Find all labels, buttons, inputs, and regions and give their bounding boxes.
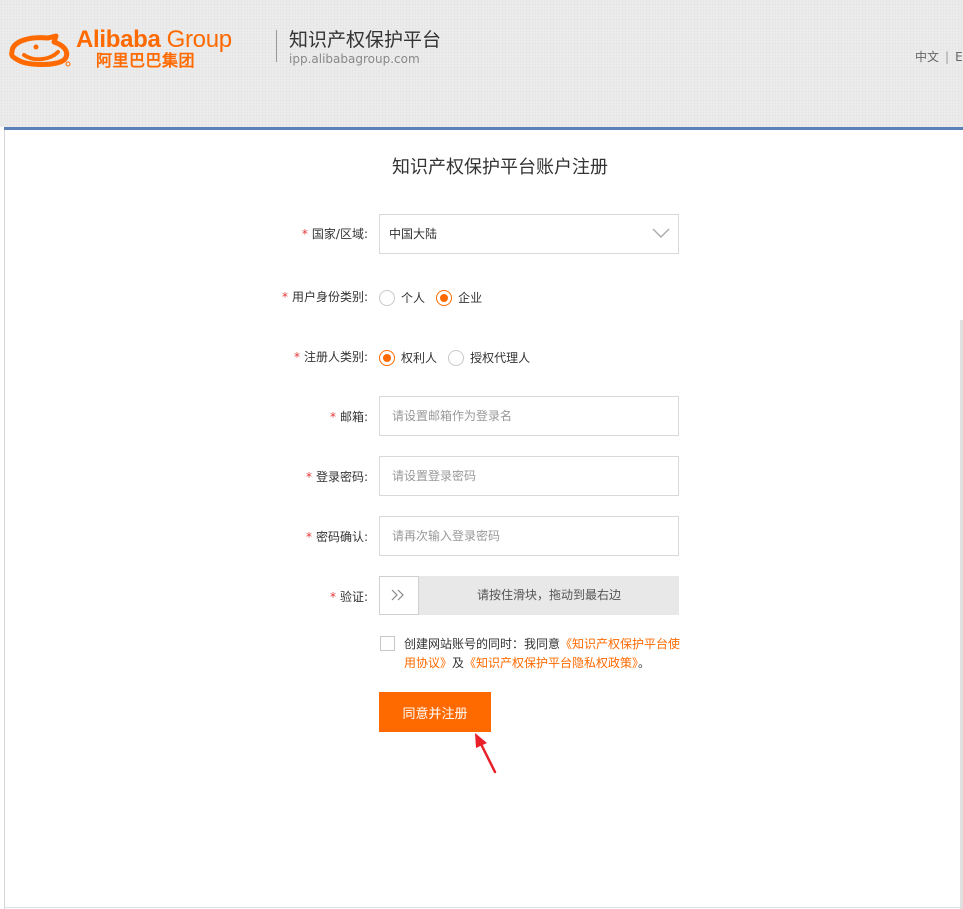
site-header: Alibaba Group 阿里巴巴集团 知识产权保护平台 ipp.alibaba…	[0, 0, 963, 127]
header-accent-bar	[4, 127, 963, 130]
password-label: * 登录密码:	[305, 470, 368, 484]
password-input[interactable]	[379, 456, 679, 496]
logo-text-cn: 阿里巴巴集团	[96, 51, 196, 70]
lang-en-link[interactable]: En	[955, 50, 963, 64]
content-bottom-border	[4, 907, 963, 908]
privacy-policy-link[interactable]: 《知识产权保护平台隐私权政策》	[464, 656, 638, 670]
verify-slider-handle[interactable]	[379, 576, 419, 615]
registrant-option-rights-holder[interactable]: 权利人	[401, 350, 437, 366]
identity-option-personal[interactable]: 个人	[401, 290, 425, 306]
double-chevron-right-icon	[391, 589, 404, 601]
alibaba-group-logo[interactable]: Alibaba Group 阿里巴巴集团	[6, 26, 268, 74]
registrant-radio-agent[interactable]	[448, 349, 465, 366]
registrant-option-agent[interactable]: 授权代理人	[470, 350, 530, 366]
lang-cn-link[interactable]: 中文	[915, 50, 939, 64]
verify-slider-hint: 请按住滑块，拖动到最右边	[476, 588, 621, 602]
identity-option-enterprise[interactable]: 企业	[458, 290, 482, 306]
registrant-label: * 注册人类别:	[293, 350, 368, 364]
alibaba-smile-icon	[9, 33, 71, 67]
lang-separator: |	[945, 50, 950, 64]
country-select[interactable]: 中国大陆	[379, 214, 679, 254]
confirm-password-input[interactable]	[379, 516, 679, 556]
agreement-checkbox[interactable]	[380, 636, 395, 651]
red-arrow-icon	[475, 733, 497, 774]
identity-radio-personal[interactable]	[379, 289, 395, 306]
chevron-down-icon	[652, 228, 670, 238]
form-title: 知识产权保护平台账户注册	[392, 157, 608, 178]
logo-text-en: Alibaba Group	[76, 26, 232, 53]
agreement-text: 创建网站账号的同时：我同意《知识产权保护平台使用协议》及《知识产权保护平台隐私权…	[404, 637, 681, 670]
country-label: * 国家/区域:	[301, 227, 368, 241]
email-label: * 邮箱:	[329, 410, 368, 424]
registrant-radio-rights-holder[interactable]	[379, 349, 395, 366]
platform-url: ipp.alibabagroup.com	[289, 52, 420, 66]
identity-radio-group: 个人 企业	[379, 287, 488, 307]
verify-slider-track[interactable]: 请按住滑块，拖动到最右边	[379, 576, 679, 615]
identity-label: * 用户身份类别:	[281, 290, 368, 304]
content-left-border	[4, 130, 5, 909]
country-select-value: 中国大陆	[389, 227, 438, 241]
language-switcher: 中文 | En	[915, 49, 963, 65]
registrant-radio-group: 权利人 授权代理人	[379, 347, 536, 367]
agree-and-register-button[interactable]: 同意并注册	[379, 692, 491, 732]
logo-divider	[276, 30, 277, 62]
identity-radio-enterprise[interactable]	[436, 289, 453, 306]
verify-label: * 验证:	[329, 590, 368, 604]
email-input[interactable]	[379, 396, 679, 436]
confirm-password-label: * 密码确认:	[305, 530, 368, 544]
platform-title: 知识产权保护平台	[289, 29, 442, 51]
